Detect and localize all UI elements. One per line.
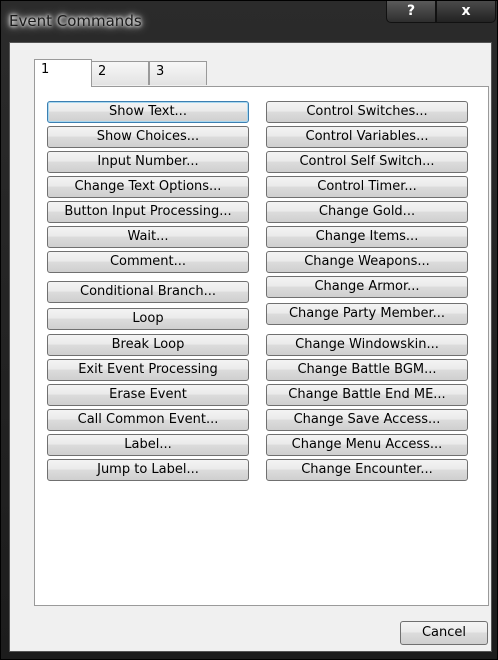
close-button[interactable]: x	[436, 1, 496, 23]
show-text-button[interactable]: Show Text...	[47, 101, 249, 123]
control-timer-button[interactable]: Control Timer...	[266, 176, 468, 198]
change-encounter-button[interactable]: Change Encounter...	[266, 459, 468, 481]
show-choices-button[interactable]: Show Choices...	[47, 126, 249, 148]
change-windowskin-button[interactable]: Change Windowskin...	[266, 334, 468, 356]
control-switches-button[interactable]: Control Switches...	[266, 101, 468, 123]
conditional-branch-button[interactable]: Conditional Branch...	[47, 281, 249, 303]
window-title: Event Commands	[9, 12, 142, 30]
change-items-button[interactable]: Change Items...	[266, 226, 468, 248]
tab-2[interactable]: 2	[91, 61, 149, 85]
comment-button[interactable]: Comment...	[47, 251, 249, 273]
exit-event-processing-button[interactable]: Exit Event Processing	[47, 359, 249, 381]
control-self-switch-button[interactable]: Control Self Switch...	[266, 151, 468, 173]
loop-button[interactable]: Loop	[47, 308, 249, 330]
erase-event-button[interactable]: Erase Event	[47, 384, 249, 406]
help-button[interactable]: ?	[386, 1, 436, 23]
control-variables-button[interactable]: Control Variables...	[266, 126, 468, 148]
wait-button[interactable]: Wait...	[47, 226, 249, 248]
button-input-processing-button[interactable]: Button Input Processing...	[47, 201, 249, 223]
change-gold-button[interactable]: Change Gold...	[266, 201, 468, 223]
label-button[interactable]: Label...	[47, 434, 249, 456]
break-loop-button[interactable]: Break Loop	[47, 334, 249, 356]
change-weapons-button[interactable]: Change Weapons...	[266, 251, 468, 273]
event-commands-window: Event Commands ? x 1 2 3 Show Text... Sho…	[0, 0, 498, 660]
change-battle-end-me-button[interactable]: Change Battle End ME...	[266, 384, 468, 406]
title-bar[interactable]: Event Commands ? x	[1, 1, 497, 43]
cancel-button[interactable]: Cancel	[400, 621, 488, 645]
change-party-member-button[interactable]: Change Party Member...	[266, 303, 468, 325]
tab-3[interactable]: 3	[149, 61, 207, 85]
call-common-event-button[interactable]: Call Common Event...	[47, 409, 249, 431]
dialog-client-area: 1 2 3 Show Text... Show Choices... Input N…	[9, 42, 492, 652]
input-number-button[interactable]: Input Number...	[47, 151, 249, 173]
change-save-access-button[interactable]: Change Save Access...	[266, 409, 468, 431]
change-battle-bgm-button[interactable]: Change Battle BGM...	[266, 359, 468, 381]
change-armor-button[interactable]: Change Armor...	[266, 276, 468, 298]
jump-to-label-button[interactable]: Jump to Label...	[47, 459, 249, 481]
change-text-options-button[interactable]: Change Text Options...	[47, 176, 249, 198]
change-menu-access-button[interactable]: Change Menu Access...	[266, 434, 468, 456]
tab-1[interactable]: 1	[34, 59, 92, 87]
